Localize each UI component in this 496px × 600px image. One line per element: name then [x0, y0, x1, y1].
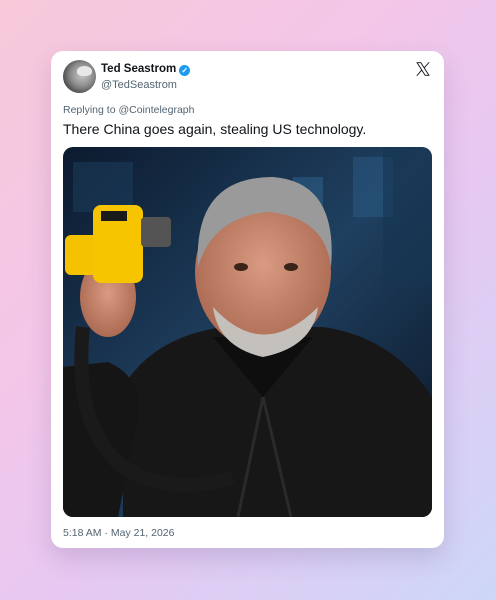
tweet-media-image[interactable] — [63, 147, 432, 517]
author-handle[interactable]: @TedSeastrom — [101, 79, 177, 91]
author-name[interactable]: Ted Seastrom — [101, 63, 176, 75]
tweet-card: Ted Seastrom ✓ @TedSeastrom Replying to @… — [51, 51, 444, 548]
verified-badge-icon: ✓ — [179, 65, 191, 76]
replying-to[interactable]: Replying to @Cointelegraph — [63, 104, 195, 116]
tweet-timestamp[interactable]: 5:18 AM · May 21, 2026 — [63, 527, 174, 539]
x-logo-icon[interactable] — [414, 60, 432, 78]
author-name-row: Ted Seastrom ✓ — [101, 63, 191, 76]
avatar[interactable] — [63, 60, 96, 93]
tweet-text: There China goes again, stealing US tech… — [63, 121, 367, 137]
